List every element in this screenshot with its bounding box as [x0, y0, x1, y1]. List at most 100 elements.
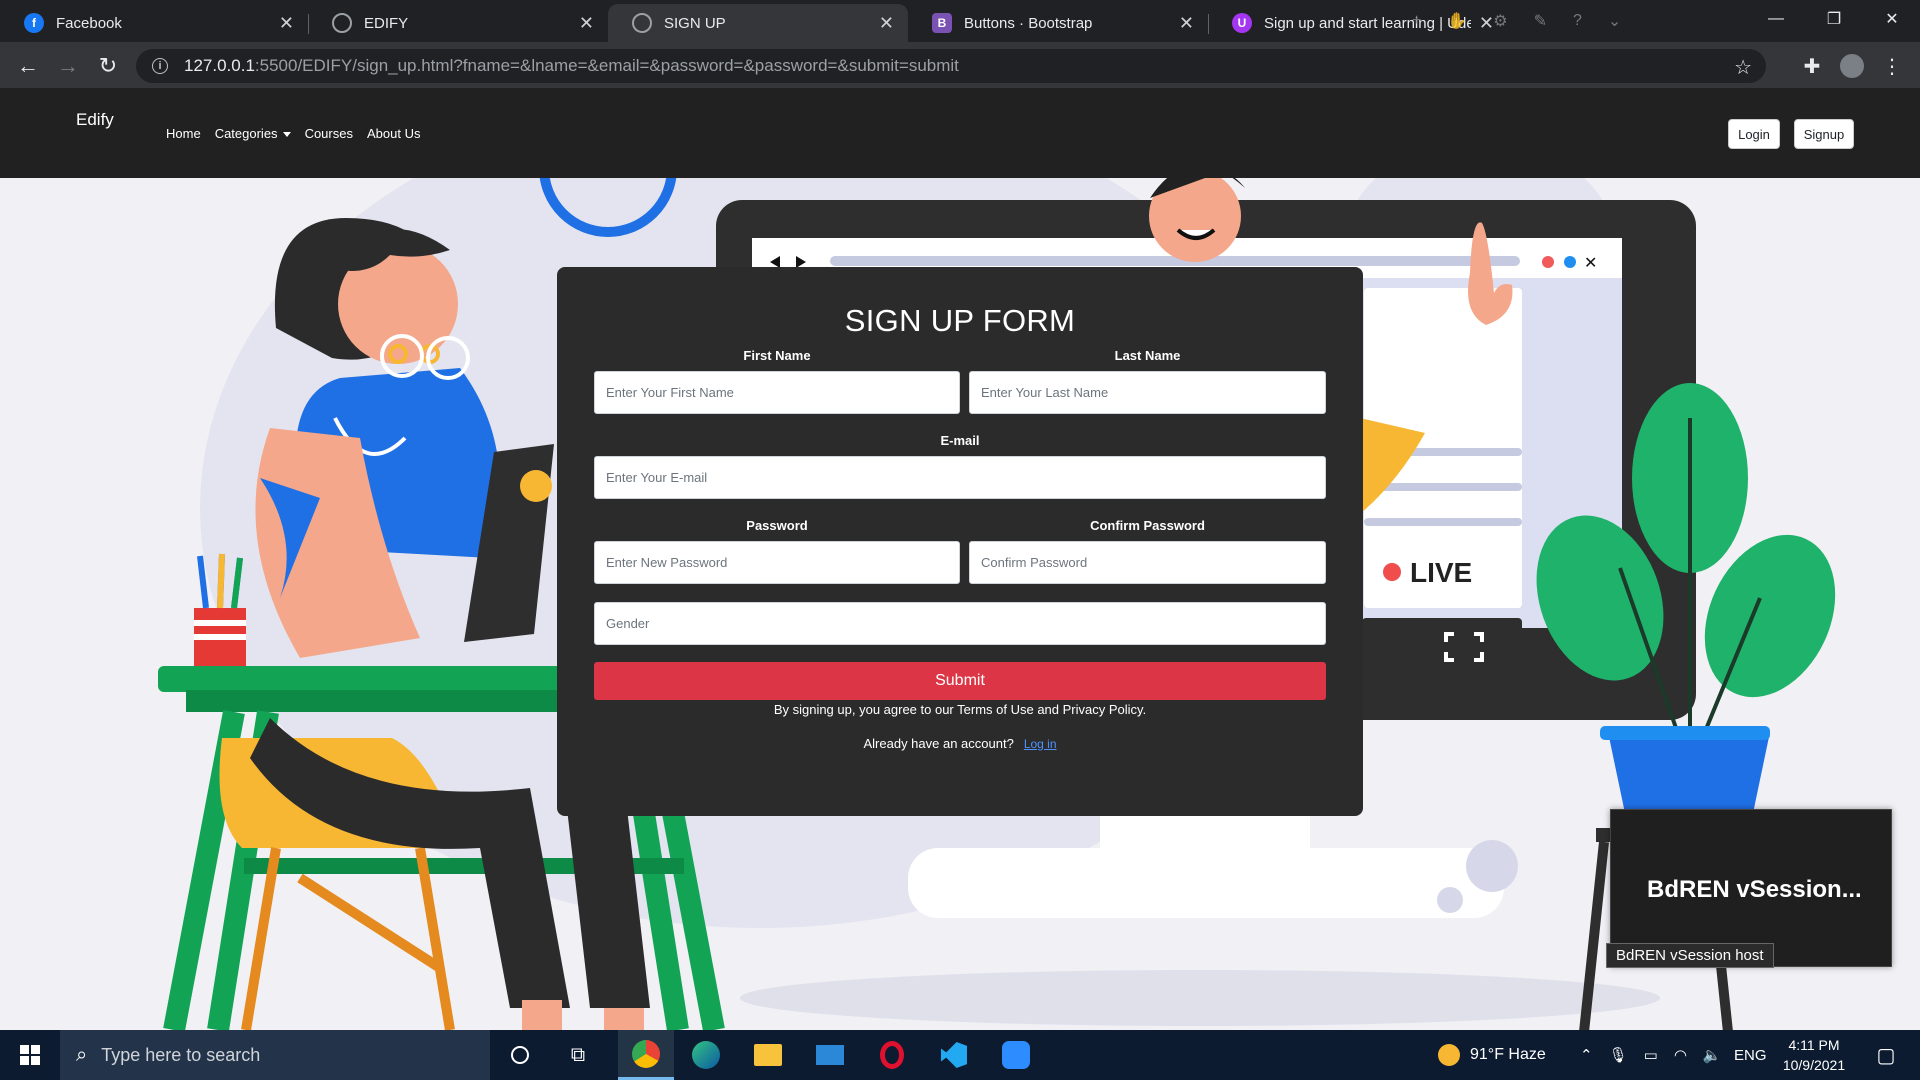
tab-sign-up[interactable]: SIGN UP ✕ [608, 4, 908, 42]
edge-icon [692, 1041, 720, 1069]
info-icon[interactable]: i [152, 58, 168, 74]
terms-text: By signing up, you agree to our Terms of… [773, 702, 1147, 717]
close-icon[interactable]: ✕ [279, 13, 294, 34]
pen-icon[interactable]: ✎ [1534, 11, 1547, 31]
task-view-button[interactable]: ⧉ [550, 1030, 606, 1080]
opera-icon [880, 1041, 904, 1069]
taskbar-edge[interactable] [678, 1030, 734, 1080]
taskbar-search-box[interactable]: ⌕ Type here to search [60, 1030, 490, 1080]
confirm-password-label: Confirm Password [1090, 518, 1205, 533]
bookmark-star-icon[interactable]: ☆ [1734, 55, 1752, 80]
tab-title: EDIFY [364, 14, 409, 32]
weather-text: 91°F Haze [1470, 1046, 1546, 1063]
browser-tab-strip: f Facebook ✕ EDIFY ✕ SIGN UP ✕ B Buttons… [0, 0, 1920, 42]
password-input[interactable]: Enter New Password [594, 541, 960, 584]
taskbar-mail[interactable] [802, 1030, 858, 1080]
plus-icon[interactable]: + [1412, 12, 1421, 30]
zoom-icon [1002, 1041, 1030, 1069]
weather-widget[interactable]: 91°F Haze [1438, 1030, 1546, 1080]
tab-facebook[interactable]: f Facebook ✕ [0, 4, 308, 42]
clock-date: 10/9/2021 [1782, 1057, 1846, 1073]
first-name-label: First Name [743, 348, 811, 363]
svg-text:✕: ✕ [1584, 253, 1597, 272]
email-label: E-mail [940, 433, 980, 448]
bootstrap-icon: B [932, 13, 952, 33]
brand-logo[interactable]: Edify [76, 110, 114, 130]
submit-button[interactable]: Submit [594, 662, 1326, 700]
overlay-toolbar: + ✋ ⚙ ✎ ? ⌄ [1388, 6, 1738, 36]
password-label: Password [746, 518, 808, 533]
windows-taskbar: ⌕ Type here to search ⧉ 91°F Haze ⌃ 🎙 ▭ … [0, 1030, 1920, 1080]
microphone-icon[interactable]: 🎙 [1609, 1046, 1628, 1064]
close-icon[interactable]: ✕ [1179, 13, 1194, 34]
close-window-button[interactable]: ✕ [1864, 0, 1920, 38]
hand-icon[interactable]: ✋ [1447, 11, 1467, 31]
notification-icon[interactable]: ▢ [1866, 1030, 1906, 1080]
nav-courses[interactable]: Courses [305, 126, 353, 141]
gear-icon[interactable]: ⚙ [1493, 11, 1507, 31]
tab-title: Buttons · Bootstrap [964, 14, 1093, 32]
signup-button[interactable]: Signup [1794, 119, 1854, 149]
nav-home[interactable]: Home [166, 126, 201, 141]
live-badge: LIVE [1410, 557, 1472, 588]
restore-button[interactable]: ❐ [1806, 0, 1862, 38]
volume-icon[interactable]: 🔈 [1703, 1046, 1722, 1064]
taskbar-vscode[interactable] [926, 1030, 982, 1080]
login-button[interactable]: Login [1728, 119, 1780, 149]
search-icon: ⌕ [76, 1043, 88, 1066]
login-link[interactable]: Log in [1024, 737, 1057, 751]
start-button[interactable] [0, 1030, 60, 1080]
tab-title: Facebook [56, 14, 122, 32]
email-input[interactable]: Enter Your E-mail [594, 456, 1326, 499]
forward-button[interactable]: → [54, 52, 82, 80]
taskbar-chrome[interactable] [618, 1030, 674, 1080]
mail-icon [816, 1045, 844, 1065]
taskbar-clock[interactable]: 4:11 PM 10/9/2021 [1770, 1035, 1858, 1075]
language-indicator[interactable]: ENG [1734, 1030, 1767, 1080]
vsession-tooltip: BdREN vSession host [1606, 943, 1774, 968]
gender-input[interactable]: Gender [594, 602, 1326, 645]
menu-icon[interactable]: ⋮ [1878, 52, 1906, 80]
vscode-icon [941, 1042, 967, 1068]
tab-edify[interactable]: EDIFY ✕ [308, 4, 608, 42]
tab-bootstrap-buttons[interactable]: B Buttons · Bootstrap ✕ [908, 4, 1208, 42]
task-view-icon: ⧉ [570, 1043, 586, 1066]
url-text: 127.0.0.1:5500/EDIFY/sign_up.html?fname=… [184, 56, 959, 75]
signup-form-card: SIGN UP FORM First Name Enter Your First… [557, 267, 1363, 816]
wifi-icon[interactable]: ◠ [1674, 1046, 1687, 1064]
udemy-icon: U [1232, 13, 1252, 33]
weather-sun-icon [1438, 1044, 1460, 1066]
task-view-cortana-button[interactable] [492, 1030, 548, 1080]
vsession-title: BdREN vSession... [1647, 876, 1862, 903]
facebook-icon: f [24, 13, 44, 33]
caret-down-icon [282, 132, 291, 138]
globe-icon [332, 13, 352, 33]
nav-about-us[interactable]: About Us [367, 126, 420, 141]
last-name-input[interactable]: Enter Your Last Name [969, 371, 1326, 414]
battery-icon[interactable]: ▭ [1644, 1046, 1658, 1064]
windows-icon [20, 1045, 40, 1065]
minimize-button[interactable]: — [1748, 0, 1804, 38]
nav-categories-dropdown[interactable]: Categories [215, 126, 291, 141]
chevron-down-icon[interactable]: ⌄ [1608, 11, 1621, 31]
close-icon[interactable]: ✕ [579, 13, 594, 34]
address-bar[interactable]: i 127.0.0.1:5500/EDIFY/sign_up.html?fnam… [136, 49, 1766, 83]
taskbar-file-explorer[interactable] [740, 1030, 796, 1080]
first-name-input[interactable]: Enter Your First Name [594, 371, 960, 414]
back-button[interactable]: ← [14, 52, 42, 80]
folder-icon [754, 1044, 782, 1066]
reload-button[interactable]: ↻ [94, 52, 122, 80]
extensions-icon[interactable]: ✚ [1798, 52, 1826, 80]
profile-avatar[interactable] [1838, 52, 1866, 80]
confirm-password-input[interactable]: Confirm Password [969, 541, 1326, 584]
taskbar-zoom[interactable] [988, 1030, 1044, 1080]
help-icon[interactable]: ? [1573, 12, 1582, 30]
have-account-row: Already have an account? Log in [557, 736, 1363, 751]
last-name-label: Last Name [1114, 348, 1181, 363]
taskbar-opera[interactable] [864, 1030, 920, 1080]
tab-title: SIGN UP [664, 14, 726, 32]
nav-links: Home Categories Courses About Us [166, 126, 420, 141]
globe-icon [632, 13, 652, 33]
chevron-up-icon[interactable]: ⌃ [1580, 1046, 1593, 1064]
close-icon[interactable]: ✕ [879, 13, 894, 34]
